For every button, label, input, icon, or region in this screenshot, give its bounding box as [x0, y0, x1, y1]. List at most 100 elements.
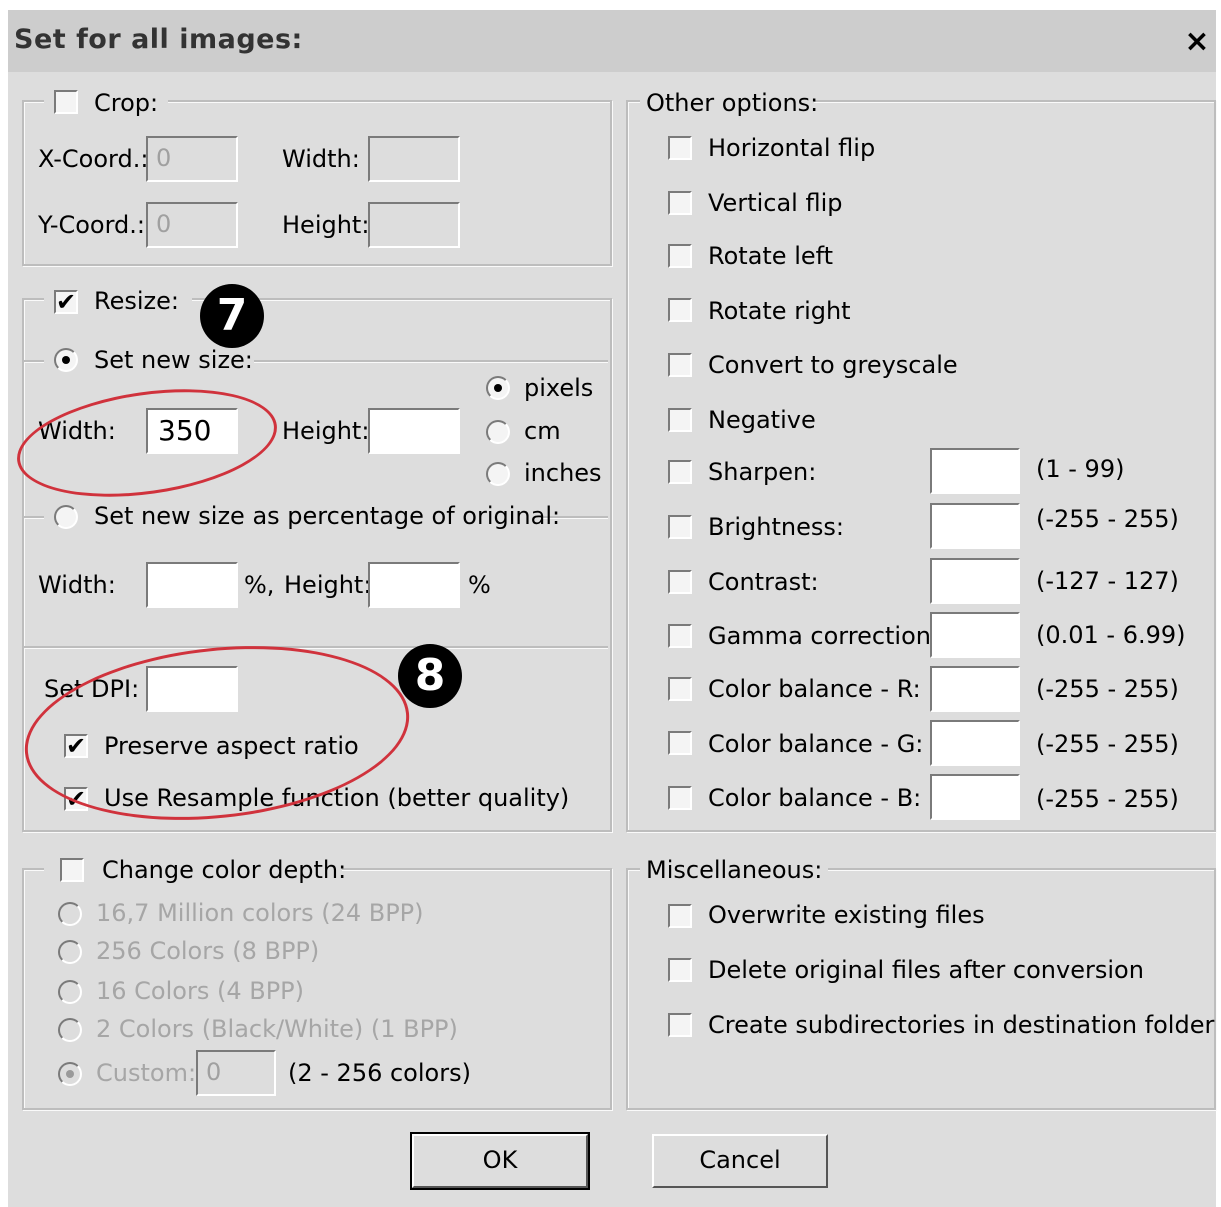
resize-height-input[interactable] [368, 408, 460, 454]
balance-g-range: (-255 - 255) [1036, 730, 1179, 758]
delete-original-checkbox[interactable] [668, 958, 692, 982]
balance-r-label: Color balance - R: [708, 675, 921, 703]
pct-height-unit: % [468, 571, 491, 599]
brightness-label: Brightness: [708, 513, 844, 541]
annotation-marker-7: 7 [200, 284, 264, 348]
color-1bpp-label: 2 Colors (Black/White) (1 BPP) [96, 1015, 458, 1043]
pct-width-input[interactable] [146, 562, 238, 608]
x-coord-input[interactable]: 0 [146, 136, 238, 182]
rotate-left-checkbox[interactable] [668, 244, 692, 268]
unit-inches-label: inches [524, 459, 602, 487]
color-custom-radio[interactable] [58, 1062, 82, 1086]
pct-width-unit: %, [244, 571, 275, 599]
color-custom-input[interactable]: 0 [196, 1050, 276, 1096]
cancel-button[interactable]: Cancel [652, 1134, 828, 1188]
other-options-title: Other options: [646, 89, 819, 117]
vertical-flip-checkbox[interactable] [668, 191, 692, 215]
contrast-range: (-127 - 127) [1036, 567, 1179, 595]
pct-width-label: Width: [38, 571, 116, 599]
sharpen-checkbox[interactable] [668, 460, 692, 484]
negative-label: Negative [708, 406, 816, 434]
negative-checkbox[interactable] [668, 408, 692, 432]
delete-original-label: Delete original files after conversion [708, 956, 1144, 984]
crop-width-label: Width: [282, 145, 360, 173]
balance-b-label: Color balance - B: [708, 784, 922, 812]
rotate-right-checkbox[interactable] [668, 298, 692, 322]
create-subdirs-label: Create subdirectories in destination fol… [708, 1011, 1215, 1039]
resize-label: Resize: [94, 287, 179, 315]
crop-height-label: Height: [282, 211, 370, 239]
balance-g-input[interactable] [930, 720, 1020, 766]
set-new-size-radio[interactable] [54, 348, 78, 372]
y-coord-input[interactable]: 0 [146, 202, 238, 248]
sharpen-label: Sharpen: [708, 458, 817, 486]
unit-pixels-label: pixels [524, 374, 594, 402]
close-icon[interactable]: × [1182, 24, 1212, 60]
brightness-checkbox[interactable] [668, 515, 692, 539]
color-8bpp-radio[interactable] [58, 940, 82, 964]
sharpen-input[interactable] [930, 448, 1020, 494]
pct-height-input[interactable] [368, 562, 460, 608]
y-coord-label: Y-Coord.: [38, 211, 145, 239]
color-8bpp-label: 256 Colors (8 BPP) [96, 937, 320, 965]
contrast-checkbox[interactable] [668, 570, 692, 594]
greyscale-label: Convert to greyscale [708, 351, 958, 379]
gamma-range: (0.01 - 6.99) [1036, 621, 1186, 649]
unit-cm-radio[interactable] [486, 420, 510, 444]
balance-b-checkbox[interactable] [668, 786, 692, 810]
brightness-input[interactable] [930, 503, 1020, 549]
rotate-left-label: Rotate left [708, 242, 834, 270]
balance-g-checkbox[interactable] [668, 731, 692, 755]
set-new-size-label: Set new size: [94, 346, 253, 374]
ok-button[interactable]: OK [410, 1132, 590, 1190]
color-custom-label: Custom: [96, 1059, 197, 1087]
unit-pixels-radio[interactable] [486, 376, 510, 400]
percentage-radio[interactable] [54, 505, 78, 529]
gamma-input[interactable] [930, 612, 1020, 658]
color-4bpp-radio[interactable] [58, 980, 82, 1004]
crop-width-input[interactable] [368, 136, 460, 182]
overwrite-label: Overwrite existing files [708, 901, 985, 929]
miscellaneous-title: Miscellaneous: [646, 856, 823, 884]
sharpen-range: (1 - 99) [1036, 455, 1125, 483]
color-depth-label: Change color depth: [102, 856, 347, 884]
balance-g-label: Color balance - G: [708, 730, 924, 758]
crop-group [22, 100, 612, 266]
gamma-checkbox[interactable] [668, 624, 692, 648]
unit-inches-radio[interactable] [486, 462, 510, 486]
dialog-title: Set for all images: [14, 24, 303, 55]
horizontal-flip-checkbox[interactable] [668, 136, 692, 160]
color-4bpp-label: 16 Colors (4 BPP) [96, 977, 304, 1005]
contrast-label: Contrast: [708, 568, 819, 596]
color-depth-checkbox[interactable] [60, 858, 84, 882]
resize-height-label: Height: [282, 417, 370, 445]
crop-checkbox[interactable] [54, 90, 78, 114]
color-1bpp-radio[interactable] [58, 1018, 82, 1042]
title-bar: Set for all images: × [8, 10, 1216, 72]
overwrite-checkbox[interactable] [668, 904, 692, 928]
gamma-label: Gamma correction: [708, 622, 940, 650]
balance-r-input[interactable] [930, 666, 1020, 712]
crop-label: Crop: [94, 89, 159, 117]
brightness-range: (-255 - 255) [1036, 505, 1179, 533]
balance-r-range: (-255 - 255) [1036, 675, 1179, 703]
balance-r-checkbox[interactable] [668, 677, 692, 701]
crop-height-input[interactable] [368, 202, 460, 248]
horizontal-flip-label: Horizontal flip [708, 134, 876, 162]
unit-cm-label: cm [524, 417, 561, 445]
balance-b-range: (-255 - 255) [1036, 785, 1179, 813]
greyscale-checkbox[interactable] [668, 353, 692, 377]
resize-checkbox[interactable]: ✔ [54, 290, 78, 314]
vertical-flip-label: Vertical flip [708, 189, 843, 217]
create-subdirs-checkbox[interactable] [668, 1013, 692, 1037]
color-24bpp-label: 16,7 Million colors (24 BPP) [96, 899, 424, 927]
contrast-input[interactable] [930, 558, 1020, 604]
percentage-label: Set new size as percentage of original: [94, 502, 561, 530]
rotate-right-label: Rotate right [708, 297, 851, 325]
x-coord-label: X-Coord.: [38, 145, 149, 173]
annotation-marker-8: 8 [398, 644, 462, 708]
color-24bpp-radio[interactable] [58, 902, 82, 926]
dpi-divider [24, 646, 608, 648]
pct-height-label: Height: [284, 571, 372, 599]
balance-b-input[interactable] [930, 774, 1020, 820]
